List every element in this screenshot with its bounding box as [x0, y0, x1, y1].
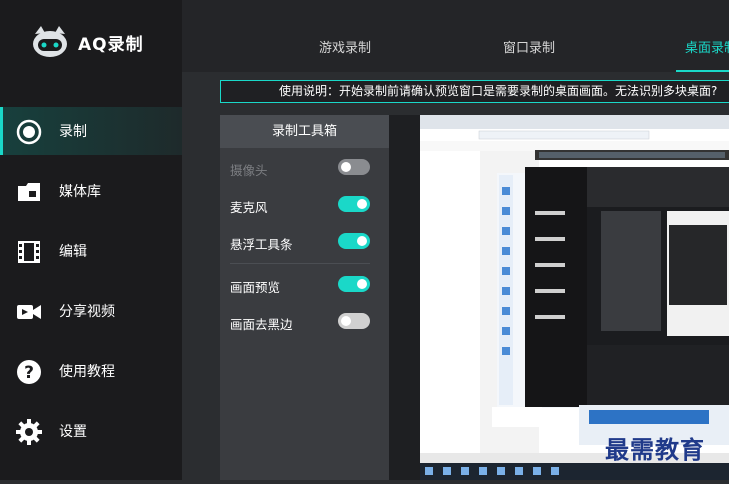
active-tab-indicator [676, 70, 729, 72]
camera-label: 摄像头 [230, 163, 268, 178]
toolbox-divider [230, 263, 370, 264]
usage-notice: 使用说明：开始录制前请确认预览窗口是需要录制的桌面画面。无法识别多块桌面? [220, 80, 729, 103]
gamepad-logo-icon [30, 24, 70, 60]
remove-black-border-toggle[interactable] [338, 313, 370, 329]
video-camera-icon [16, 299, 42, 325]
sidebar-item-label: 设置 [59, 424, 87, 440]
sidebar-item-label: 编辑 [59, 244, 87, 260]
desktop-preview-image [420, 115, 729, 480]
desktop-preview [389, 115, 729, 480]
toolbox-item-remove-black-border: 画面去黑边 [230, 312, 370, 332]
help-icon: ? [16, 359, 42, 385]
record-icon [16, 119, 42, 145]
remove-black-border-label: 画面去黑边 [230, 317, 293, 332]
tab-desktop-record[interactable]: 桌面录制 [685, 37, 729, 56]
sidebar-item-label: 媒体库 [59, 184, 101, 200]
floating-toolbar-label: 悬浮工具条 [230, 237, 293, 252]
sidebar: AQ录制 录制 媒体库 编辑 分享视频 ? 使用教程 设置 [0, 0, 182, 480]
app-name: AQ录制 [78, 34, 144, 55]
watermark-text: 最需教育 [605, 435, 705, 464]
tab-game-record[interactable]: 游戏录制 [319, 37, 371, 56]
sidebar-item-label: 录制 [59, 124, 87, 140]
sidebar-item-edit[interactable]: 编辑 [0, 227, 182, 275]
sidebar-item-record[interactable]: 录制 [0, 107, 182, 155]
folder-icon [16, 179, 42, 205]
svg-text:?: ? [24, 363, 34, 383]
toolbox-item-floating-toolbar: 悬浮工具条 [230, 232, 370, 252]
microphone-label: 麦克风 [230, 200, 268, 215]
sidebar-item-share-video[interactable]: 分享视频 [0, 287, 182, 335]
tab-window-record[interactable]: 窗口录制 [503, 37, 555, 56]
tab-bar: 游戏录制 窗口录制 桌面录制 [182, 0, 729, 72]
film-icon [16, 239, 42, 265]
sidebar-item-label: 分享视频 [59, 304, 115, 320]
floating-toolbar-toggle[interactable] [338, 233, 370, 249]
sidebar-item-settings[interactable]: 设置 [0, 407, 182, 455]
recording-toolbox: 录制工具箱 摄像头 麦克风 悬浮工具条 画面预览 画面去黑边 [220, 115, 389, 480]
toolbox-item-microphone: 麦克风 [230, 195, 370, 215]
sidebar-item-label: 使用教程 [59, 364, 115, 380]
toolbox-title: 录制工具箱 [220, 115, 389, 148]
gear-icon [16, 419, 42, 445]
app-logo: AQ录制 [30, 20, 180, 64]
main-panel: 游戏录制 窗口录制 桌面录制 使用说明：开始录制前请确认预览窗口是需要录制的桌面… [182, 0, 729, 480]
toolbox-item-camera: 摄像头 [230, 158, 370, 178]
toolbox-item-preview: 画面预览 [230, 275, 370, 295]
sidebar-item-tutorial[interactable]: ? 使用教程 [0, 347, 182, 395]
microphone-toggle[interactable] [338, 196, 370, 212]
preview-toggle[interactable] [338, 276, 370, 292]
camera-toggle[interactable] [338, 159, 370, 175]
sidebar-item-media-library[interactable]: 媒体库 [0, 167, 182, 215]
preview-label: 画面预览 [230, 280, 281, 295]
